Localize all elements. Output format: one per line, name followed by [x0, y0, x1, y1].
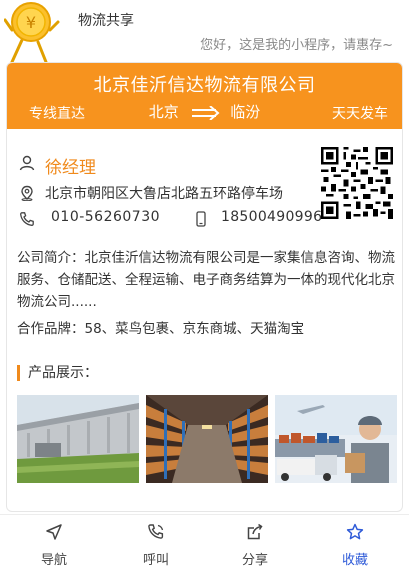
company-intro: 公司简介：北京佳沂信达物流有限公司是一家集信息咨询、物流服务、仓储配送、全程运输… [17, 250, 395, 310]
top-header: ¥ 物流共享 您好，这是我的小程序，请惠存~ [0, 0, 409, 64]
navigate-icon [46, 524, 62, 540]
coin-mascot-icon: ¥ [4, 2, 60, 64]
app-title: 物流共享 [78, 13, 134, 29]
route-origin: 北京 [148, 103, 179, 121]
nav-navigate-button[interactable]: 导航 [3, 515, 105, 580]
location-pin-icon [21, 185, 33, 201]
nav-favorite-label: 收藏 [341, 553, 368, 568]
contact-phone[interactable]: 010-56260730 [51, 209, 160, 225]
svg-text:¥: ¥ [26, 13, 36, 32]
share-icon [247, 523, 263, 540]
daily-departure-tag: 天天发车 [332, 106, 388, 122]
double-arrow-icon [191, 105, 220, 120]
nav-favorite-button[interactable]: 收藏 [304, 515, 406, 580]
warehouse-building-photo[interactable] [17, 395, 139, 483]
nav-call-label: 呼叫 [142, 553, 169, 568]
contact-section: 徐经理 北京市朝阳区大鲁店北路五环路停车场 010-56260730 18500… [7, 129, 402, 249]
qr-code [321, 147, 393, 219]
phone-icon[interactable] [19, 211, 35, 227]
bottom-nav: 导航 呼叫 分享 收藏 [0, 514, 409, 579]
person-icon [19, 155, 35, 171]
nav-call-button[interactable]: 呼叫 [105, 515, 207, 580]
app-subtitle: 您好，这是我的小程序，请惠存~ [200, 38, 393, 53]
mobile-phone-icon[interactable] [193, 211, 209, 227]
business-card: 北京佳沂信达物流有限公司 专线直达 北京 临汾 天天发车 徐经理 北京市朝阳区大… [6, 62, 403, 512]
contact-mobile[interactable]: 18500490996 [221, 209, 322, 225]
nav-navigate-label: 导航 [40, 553, 67, 568]
route-row: 专线直达 北京 临汾 天天发车 [7, 101, 402, 123]
company-banner: 北京佳沂信达物流有限公司 专线直达 北京 临汾 天天发车 [7, 63, 402, 129]
contact-address: 北京市朝阳区大鲁店北路五环路停车场 [45, 186, 283, 202]
company-name: 北京佳沂信达物流有限公司 [93, 75, 316, 96]
star-icon [346, 523, 364, 540]
nav-share-label: 分享 [241, 553, 268, 568]
contact-name: 徐经理 [45, 158, 96, 178]
nav-share-button[interactable]: 分享 [204, 515, 306, 580]
warehouse-shelves-photo[interactable] [146, 395, 268, 483]
products-section-title: 产品展示： [17, 365, 98, 381]
product-gallery [17, 395, 397, 483]
logistics-courier-photo[interactable] [275, 395, 397, 483]
partner-brands: 合作品牌：58、菜鸟包裹、京东商城、天猫淘宝 [17, 321, 305, 337]
phone-call-icon [148, 524, 164, 539]
route-destination: 临汾 [230, 103, 261, 121]
